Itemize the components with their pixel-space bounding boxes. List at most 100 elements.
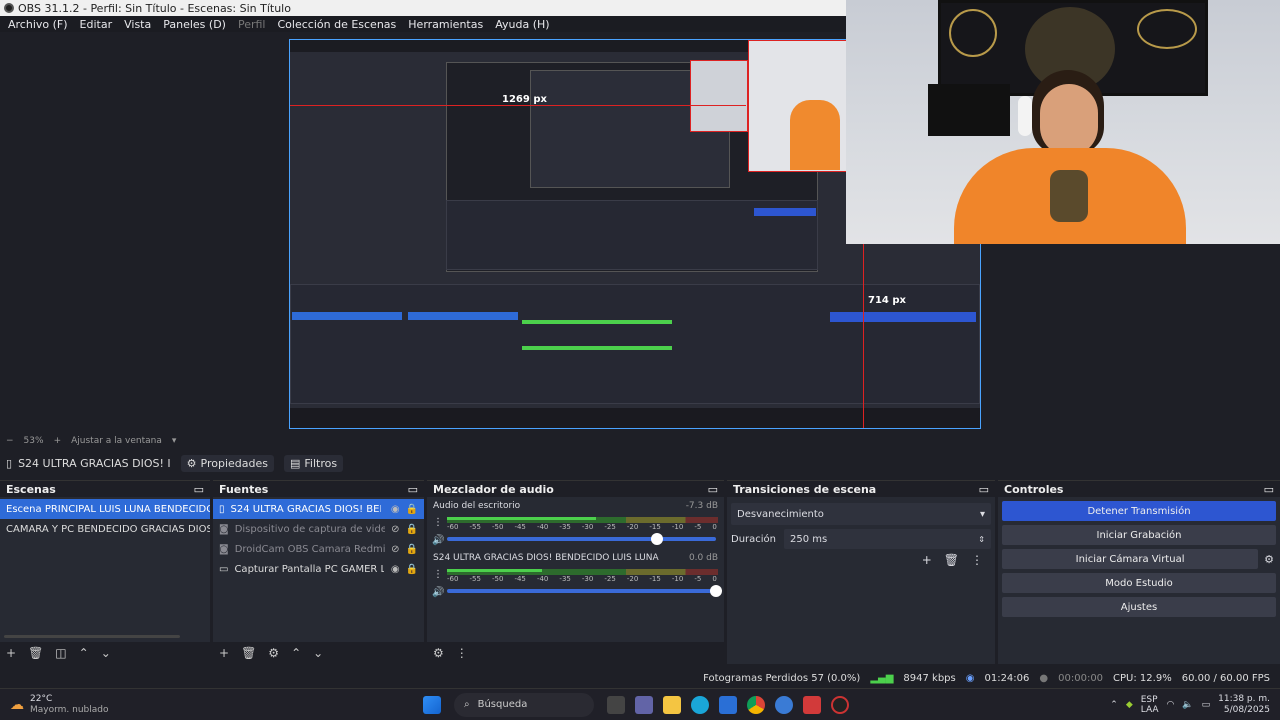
menu-editar[interactable]: Editar bbox=[74, 18, 119, 31]
chrome-icon[interactable] bbox=[747, 695, 765, 714]
add-transition-icon[interactable]: + bbox=[922, 553, 932, 567]
move-down-icon[interactable]: ⌄ bbox=[313, 646, 323, 660]
add-scene-icon[interactable]: + bbox=[6, 646, 16, 660]
zoom-in-button[interactable]: + bbox=[54, 436, 62, 446]
volume-knob[interactable] bbox=[650, 533, 663, 545]
source-name: DroidCam OBS Camara Redmi Note 1: bbox=[234, 543, 385, 555]
add-source-icon[interactable]: + bbox=[219, 646, 229, 660]
channel-menu-icon[interactable]: ⋮ bbox=[433, 517, 443, 528]
transition-menu-icon[interactable]: ⋮ bbox=[971, 553, 983, 567]
chevron-up-icon[interactable]: ⌃ bbox=[1110, 700, 1118, 710]
start-virtual-camera-button[interactable]: Iniciar Cámara Virtual bbox=[1002, 549, 1259, 569]
task-view-icon[interactable] bbox=[607, 695, 625, 714]
eye-hidden-icon[interactable]: ⊘ bbox=[391, 544, 399, 555]
menu-archivo[interactable]: Archivo (F) bbox=[2, 18, 74, 31]
volume-slider[interactable] bbox=[447, 585, 722, 597]
scene-item[interactable]: CAMARA Y PC BENDECIDO GRACIAS DIOS! bbox=[0, 519, 210, 539]
windows-start-icon[interactable] bbox=[423, 695, 441, 714]
weather-temp: 22°C bbox=[30, 693, 53, 704]
start-recording-button[interactable]: Iniciar Grabación bbox=[1002, 525, 1276, 545]
eye-icon[interactable]: ◉ bbox=[391, 564, 400, 575]
remove-scene-icon[interactable]: 🗑 bbox=[28, 646, 43, 660]
move-down-icon[interactable]: ⌄ bbox=[101, 646, 111, 660]
filter-icon[interactable]: ◫ bbox=[55, 646, 66, 660]
level-meter bbox=[447, 517, 718, 523]
eye-hidden-icon[interactable]: ⊘ bbox=[391, 524, 399, 535]
fit-window-dropdown[interactable]: Ajustar a la ventana bbox=[71, 436, 162, 446]
dock-menu-icon[interactable]: ▭ bbox=[408, 483, 418, 496]
record-icon: ● bbox=[1039, 672, 1049, 684]
source-item[interactable]: ◙ DroidCam OBS Camara Redmi Note 1: ⊘ 🔒 bbox=[213, 539, 424, 559]
duration-input[interactable]: 250 ms ⇕ bbox=[784, 529, 991, 549]
gear-icon[interactable]: ⚙ bbox=[268, 646, 279, 660]
obs-taskbar-icon[interactable] bbox=[831, 695, 849, 714]
move-up-icon[interactable]: ⌃ bbox=[291, 646, 301, 660]
menu-perfil[interactable]: Perfil bbox=[232, 18, 272, 31]
search-placeholder: Búsqueda bbox=[477, 699, 528, 710]
mixer-menu-icon[interactable]: ⋮ bbox=[456, 646, 468, 660]
volume-knob[interactable] bbox=[710, 585, 722, 597]
lock-icon[interactable]: 🔒 bbox=[406, 504, 418, 515]
channel-menu-icon[interactable]: ⋮ bbox=[433, 569, 443, 580]
camera-icon: ◙ bbox=[219, 543, 229, 555]
dock-menu-icon[interactable]: ▭ bbox=[979, 483, 989, 496]
pdf-app-icon[interactable] bbox=[803, 695, 821, 714]
selected-source: ▯ S24 ULTRA GRACIAS DIOS! I bbox=[6, 457, 171, 470]
lock-icon[interactable]: 🔒 bbox=[406, 544, 418, 555]
stop-streaming-button[interactable]: Detener Transmisión bbox=[1002, 501, 1276, 521]
advanced-audio-icon[interactable]: ⚙ bbox=[433, 646, 444, 660]
studio-mode-button[interactable]: Modo Estudio bbox=[1002, 573, 1276, 593]
store-icon[interactable] bbox=[719, 695, 737, 714]
settings-button[interactable]: Ajustes bbox=[1002, 597, 1276, 617]
eye-icon[interactable]: ◉ bbox=[391, 504, 400, 515]
spinner-icon[interactable]: ⇕ bbox=[978, 535, 985, 544]
properties-button[interactable]: ⚙ Propiedades bbox=[180, 454, 274, 472]
source-item[interactable]: ◙ Dispositivo de captura de video ⊘ 🔒 bbox=[213, 519, 424, 539]
dropped-frames: Fotogramas Perdidos 57 (0.0%) bbox=[703, 672, 861, 684]
zoom-bar: − 53% + Ajustar a la ventana ▾ bbox=[0, 434, 1280, 448]
source-item[interactable]: ▭ Capturar Pantalla PC GAMER LUIS LUI ◉ 🔒 bbox=[213, 559, 424, 579]
filters-button[interactable]: ▤ Filtros bbox=[283, 454, 344, 472]
taskbar-search[interactable]: ⌕ Búsqueda bbox=[454, 692, 594, 717]
zoom-out-button[interactable]: − bbox=[6, 436, 14, 446]
menu-coleccion-escenas[interactable]: Colección de Escenas bbox=[272, 18, 403, 31]
language-indicator[interactable]: ESP LAA bbox=[1141, 695, 1159, 715]
app-tray-icon[interactable]: ◆ bbox=[1126, 700, 1133, 710]
move-up-icon[interactable]: ⌃ bbox=[79, 646, 89, 660]
menu-paneles[interactable]: Paneles (D) bbox=[157, 18, 232, 31]
menu-herramientas[interactable]: Herramientas bbox=[402, 18, 489, 31]
remove-source-icon[interactable]: 🗑 bbox=[241, 646, 256, 660]
gear-icon[interactable]: ⚙ bbox=[1264, 553, 1274, 566]
dock-menu-icon[interactable]: ▭ bbox=[708, 483, 718, 496]
browser-icon[interactable] bbox=[775, 695, 793, 714]
meter-ticks: -60 -55 -50 -45 -40 -35 -30 -25 -20 -15 -10 -5 0 bbox=[447, 575, 717, 583]
scene-item[interactable]: Escena PRINCIPAL LUIS LUNA BENDECIDO GRA… bbox=[0, 499, 210, 519]
battery-icon[interactable]: ▭ bbox=[1202, 700, 1211, 710]
menu-vista[interactable]: Vista bbox=[118, 18, 157, 31]
lock-icon[interactable]: 🔒 bbox=[406, 524, 418, 535]
transition-select[interactable]: Desvanecimiento ▾ bbox=[731, 503, 991, 525]
menu-ayuda[interactable]: Ayuda (H) bbox=[489, 18, 555, 31]
wifi-icon[interactable]: ◠ bbox=[1167, 700, 1175, 710]
edge-icon[interactable] bbox=[691, 695, 709, 714]
speaker-icon[interactable]: 🔊 bbox=[432, 587, 444, 598]
weather-widget[interactable]: ☁ 22°C Mayorm. nublado bbox=[0, 694, 300, 716]
scenes-scrollbar[interactable] bbox=[4, 635, 180, 638]
dock-menu-icon[interactable]: ▭ bbox=[194, 483, 204, 496]
chevron-down-icon[interactable]: ▾ bbox=[172, 436, 177, 446]
sources-dock: Fuentes ▭ ▯ S24 ULTRA GRACIAS DIOS! BEND… bbox=[213, 480, 424, 664]
speaker-icon[interactable]: 🔊 bbox=[432, 535, 444, 546]
source-item[interactable]: ▯ S24 ULTRA GRACIAS DIOS! BENDECIDO ◉ 🔒 bbox=[213, 499, 424, 519]
remove-transition-icon[interactable]: 🗑 bbox=[944, 553, 959, 567]
teams-icon[interactable] bbox=[635, 695, 653, 714]
volume-slider[interactable] bbox=[447, 533, 716, 545]
file-explorer-icon[interactable] bbox=[663, 695, 681, 714]
volume-icon[interactable]: 🔈 bbox=[1182, 700, 1193, 710]
monitor-icon: ▭ bbox=[219, 563, 229, 575]
bitrate: 8947 kbps bbox=[903, 672, 956, 684]
clock[interactable]: 11:38 p. m. 5/08/2025 bbox=[1218, 694, 1270, 716]
selected-source-name: S24 ULTRA GRACIAS DIOS! I bbox=[18, 456, 171, 470]
lock-icon[interactable]: 🔒 bbox=[406, 564, 418, 575]
dock-menu-icon[interactable]: ▭ bbox=[1264, 483, 1274, 496]
person-face bbox=[1040, 84, 1098, 156]
